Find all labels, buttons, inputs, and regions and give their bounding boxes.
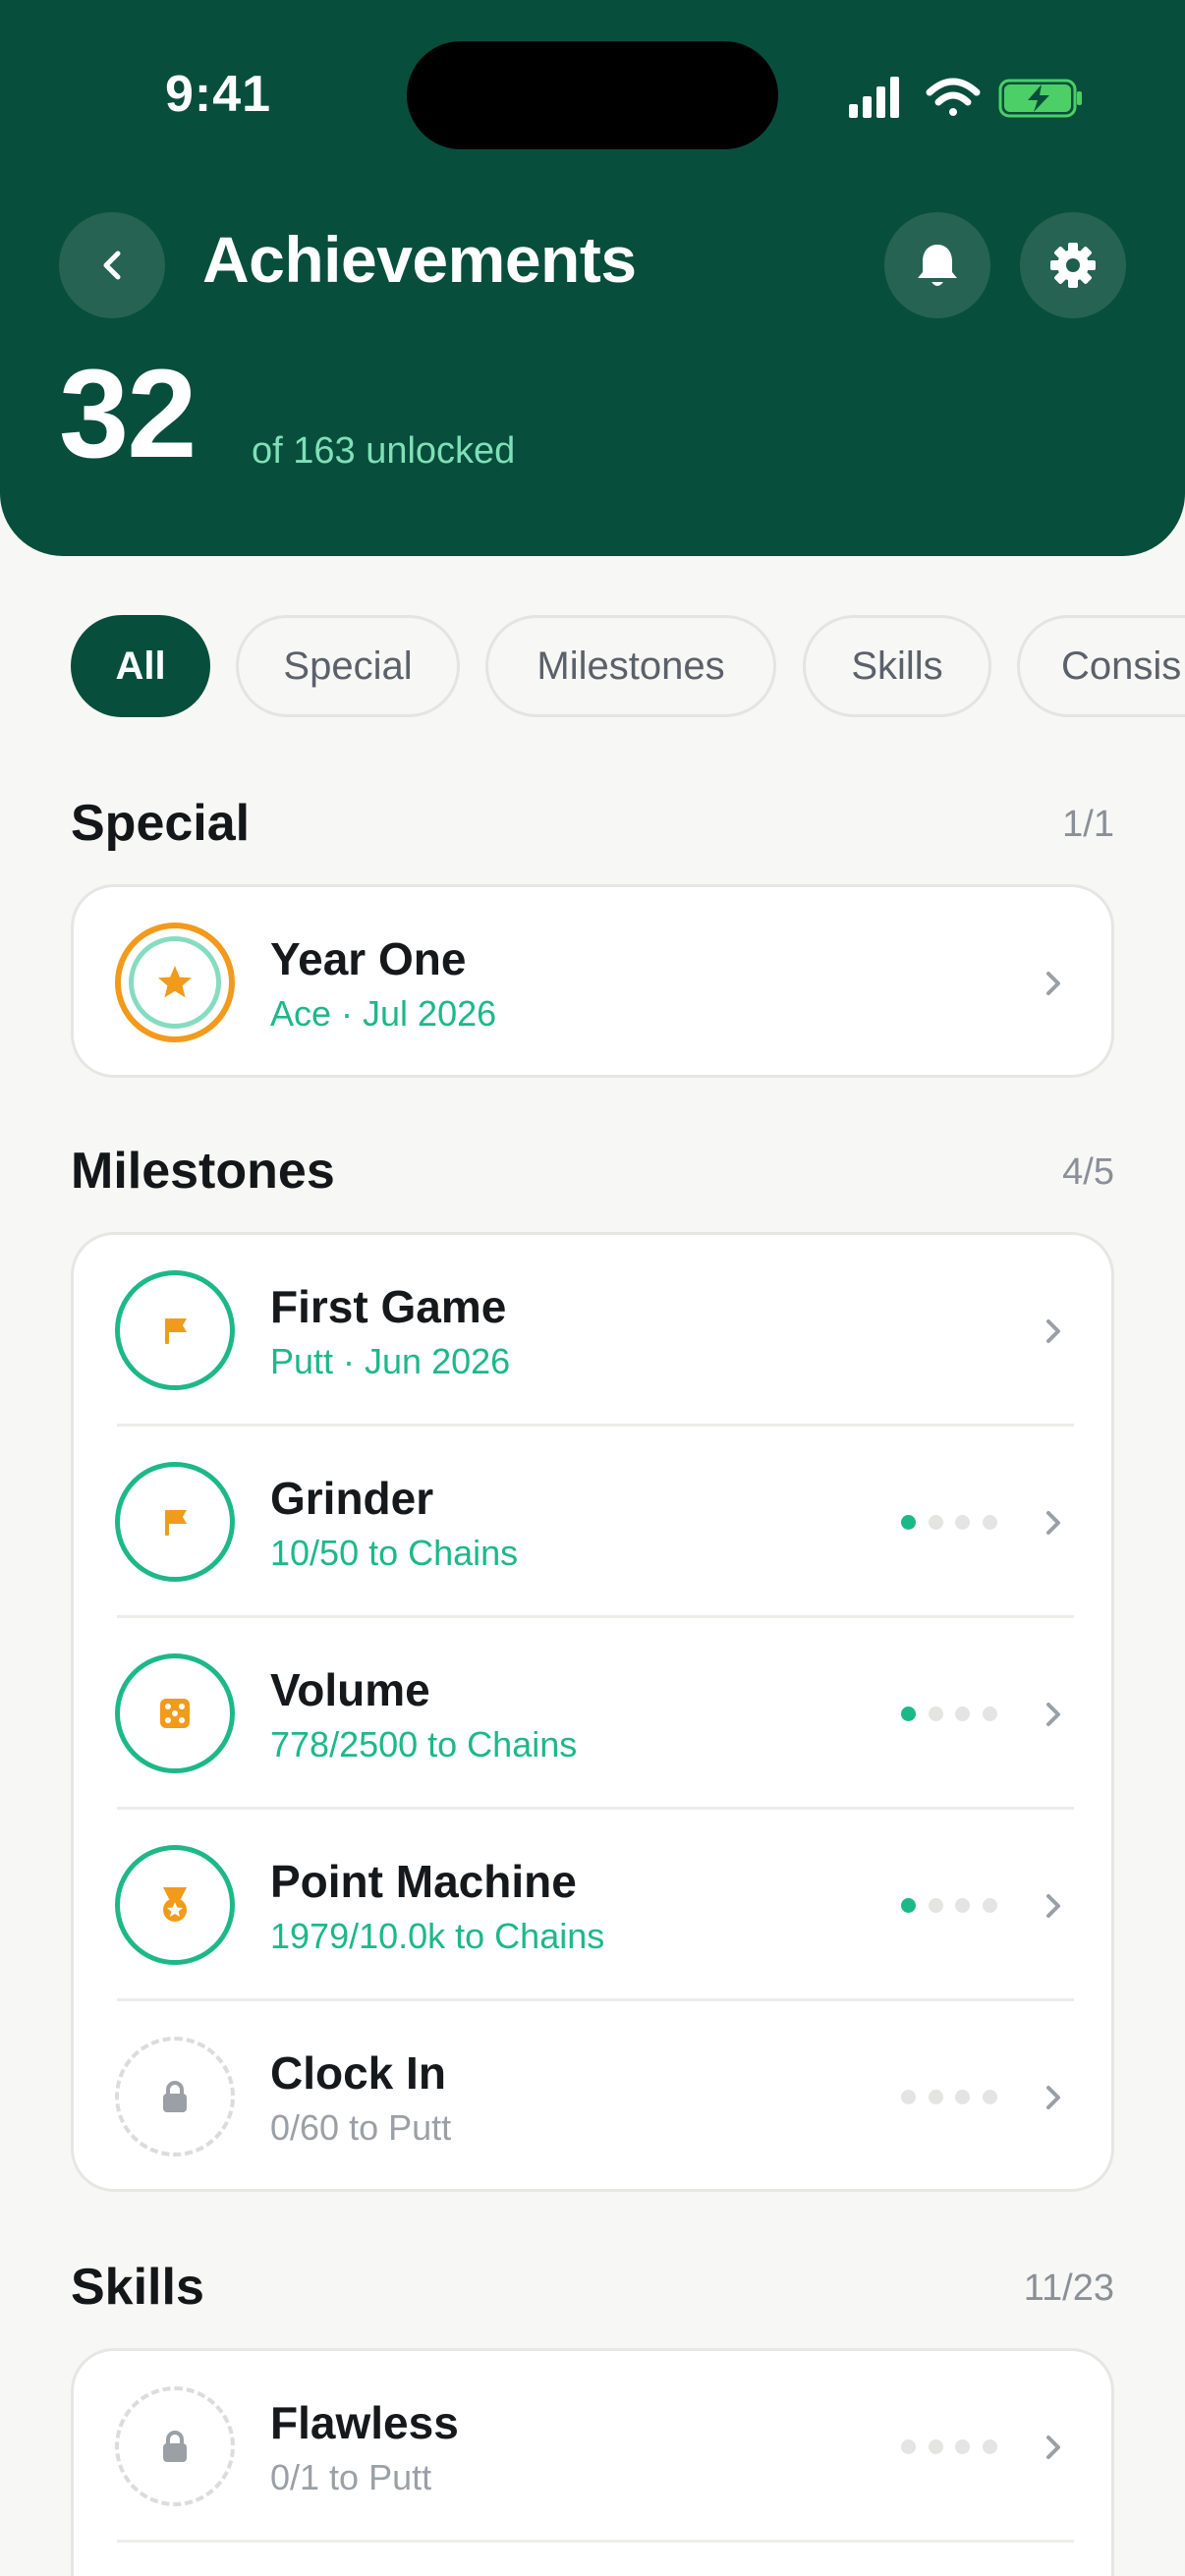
achievement-row-point-machine[interactable]: Point Machine 1979/10.0k to Chains bbox=[74, 1810, 1111, 2001]
special-card: Year One Ace · Jul 2026 bbox=[71, 884, 1114, 1078]
achievement-subtitle: Ace · Jul 2026 bbox=[270, 993, 497, 1034]
tier-dot bbox=[928, 2439, 943, 2454]
achievement-row-year-one[interactable]: Year One Ace · Jul 2026 bbox=[74, 887, 1111, 1075]
achievement-title: Flawless bbox=[270, 2397, 459, 2448]
chevron-right-icon bbox=[1046, 1703, 1060, 1726]
flag-icon bbox=[165, 1318, 187, 1344]
chevron-left-icon bbox=[103, 251, 121, 280]
tier-dot bbox=[982, 1515, 997, 1530]
battery-icon bbox=[998, 79, 1082, 118]
header: 9:41 Achievements 32 of 163 unlocked bbox=[0, 0, 1185, 556]
status-time: 9:41 bbox=[165, 66, 272, 123]
status-icons bbox=[849, 77, 1082, 118]
filter-chip-consistency[interactable]: Consis bbox=[1017, 615, 1185, 717]
notifications-button[interactable] bbox=[884, 212, 990, 318]
section-title-skills: Skills bbox=[71, 2259, 204, 2316]
filter-chip-all[interactable]: All bbox=[71, 615, 210, 717]
settings-button[interactable] bbox=[1020, 212, 1126, 318]
achievement-title: Volume bbox=[270, 1664, 430, 1715]
unlocked-subtitle: of 163 unlocked bbox=[252, 430, 516, 472]
lock-icon bbox=[163, 2431, 187, 2462]
chevron-right-icon bbox=[1046, 2436, 1060, 2459]
bell-icon bbox=[918, 245, 957, 286]
achievement-row-volume[interactable]: Volume 778/2500 to Chains bbox=[74, 1618, 1111, 1810]
dynamic-island bbox=[407, 41, 778, 149]
achievement-subtitle: Putt · Jun 2026 bbox=[270, 1341, 511, 1381]
chevron-right-icon bbox=[1046, 972, 1060, 995]
achievement-badge bbox=[115, 2037, 235, 2156]
star-icon bbox=[158, 966, 192, 998]
tier-progress-dots bbox=[901, 1707, 997, 1722]
section-count-milestones: 4/5 bbox=[1062, 1151, 1114, 1193]
achievement-badge bbox=[115, 1845, 235, 1965]
skills-card: Flawless 0/1 to Putt bbox=[71, 2348, 1114, 2576]
tier-progress-dots bbox=[901, 1515, 997, 1531]
tier-progress-dots bbox=[901, 2090, 997, 2105]
section-count-special: 1/1 bbox=[1062, 804, 1114, 845]
chevron-right-icon bbox=[1046, 2086, 1060, 2109]
tier-dot bbox=[901, 1898, 916, 1913]
tier-dot bbox=[955, 1515, 971, 1530]
signal-icon bbox=[849, 77, 899, 118]
tier-dot bbox=[955, 1898, 971, 1913]
tier-progress-dots bbox=[901, 2439, 997, 2455]
tier-dot bbox=[982, 1707, 997, 1721]
page-title: Achievements bbox=[202, 223, 637, 296]
tier-progress-dots bbox=[901, 1898, 997, 1914]
achievement-title: Grinder bbox=[270, 1473, 434, 1524]
tier-dot bbox=[928, 2090, 943, 2104]
achievement-row-clock-in[interactable]: Clock In 0/60 to Putt bbox=[74, 2001, 1111, 2189]
milestones-card: First Game Putt · Jun 2026 Grinder 10/50… bbox=[71, 1232, 1114, 2192]
section-count-skills: 11/23 bbox=[1023, 2268, 1114, 2309]
lock-icon bbox=[163, 2081, 187, 2112]
tier-dot bbox=[928, 1707, 943, 1721]
achievement-subtitle: 778/2500 to Chains bbox=[270, 1724, 578, 1764]
achievement-badge bbox=[115, 1653, 235, 1773]
achievement-title: Point Machine bbox=[270, 1856, 577, 1907]
filter-chips: All Special Milestones Skills Consis bbox=[71, 615, 1185, 717]
achievement-subtitle: 1979/10.0k to Chains bbox=[270, 1916, 605, 1956]
filter-chip-milestones[interactable]: Milestones bbox=[485, 615, 776, 717]
divider bbox=[117, 2540, 1074, 2543]
chevron-right-icon bbox=[1046, 1894, 1060, 1918]
chevron-right-icon bbox=[1046, 1511, 1060, 1535]
achievement-subtitle: 0/1 to Putt bbox=[270, 2457, 432, 2497]
achievement-title: Year One bbox=[270, 933, 467, 984]
section-title-milestones: Milestones bbox=[71, 1143, 335, 1200]
filter-chip-special[interactable]: Special bbox=[236, 615, 460, 717]
achievement-badge bbox=[115, 923, 235, 1042]
back-button[interactable] bbox=[59, 212, 165, 318]
achievement-row-first-game[interactable]: First Game Putt · Jun 2026 bbox=[74, 1235, 1111, 1427]
section-title-special: Special bbox=[71, 795, 251, 852]
achievement-row-flawless[interactable]: Flawless 0/1 to Putt bbox=[74, 2351, 1111, 2543]
flag-icon bbox=[165, 1510, 187, 1536]
achievement-badge bbox=[115, 1270, 235, 1390]
tier-dot bbox=[928, 1898, 943, 1913]
unlocked-count: 32 bbox=[59, 344, 197, 484]
achievement-row-grinder[interactable]: Grinder 10/50 to Chains bbox=[74, 1427, 1111, 1618]
achievement-badge bbox=[115, 1462, 235, 1582]
wifi-icon bbox=[926, 78, 981, 116]
filter-chip-skills[interactable]: Skills bbox=[803, 615, 991, 717]
tier-dot bbox=[982, 2439, 997, 2454]
tier-dot bbox=[901, 2090, 916, 2104]
dice-icon bbox=[160, 1699, 190, 1728]
tier-dot bbox=[982, 1898, 997, 1913]
tier-dot bbox=[955, 1707, 971, 1721]
tier-dot bbox=[901, 1515, 916, 1530]
tier-dot bbox=[955, 2439, 971, 2454]
achievement-subtitle: 10/50 to Chains bbox=[270, 1533, 519, 1573]
achievement-title: First Game bbox=[270, 1281, 507, 1332]
tier-dot bbox=[928, 1515, 943, 1530]
achievement-subtitle: 0/60 to Putt bbox=[270, 2107, 452, 2148]
medal-icon bbox=[163, 1887, 187, 1922]
tier-dot bbox=[901, 2439, 916, 2454]
achievement-title: Clock In bbox=[270, 2047, 446, 2099]
tier-dot bbox=[982, 2090, 997, 2104]
gear-icon bbox=[1050, 243, 1096, 288]
tier-dot bbox=[901, 1707, 916, 1721]
chevron-right-icon bbox=[1046, 1319, 1060, 1343]
tier-dot bbox=[955, 2090, 971, 2104]
achievement-badge bbox=[115, 2386, 235, 2506]
